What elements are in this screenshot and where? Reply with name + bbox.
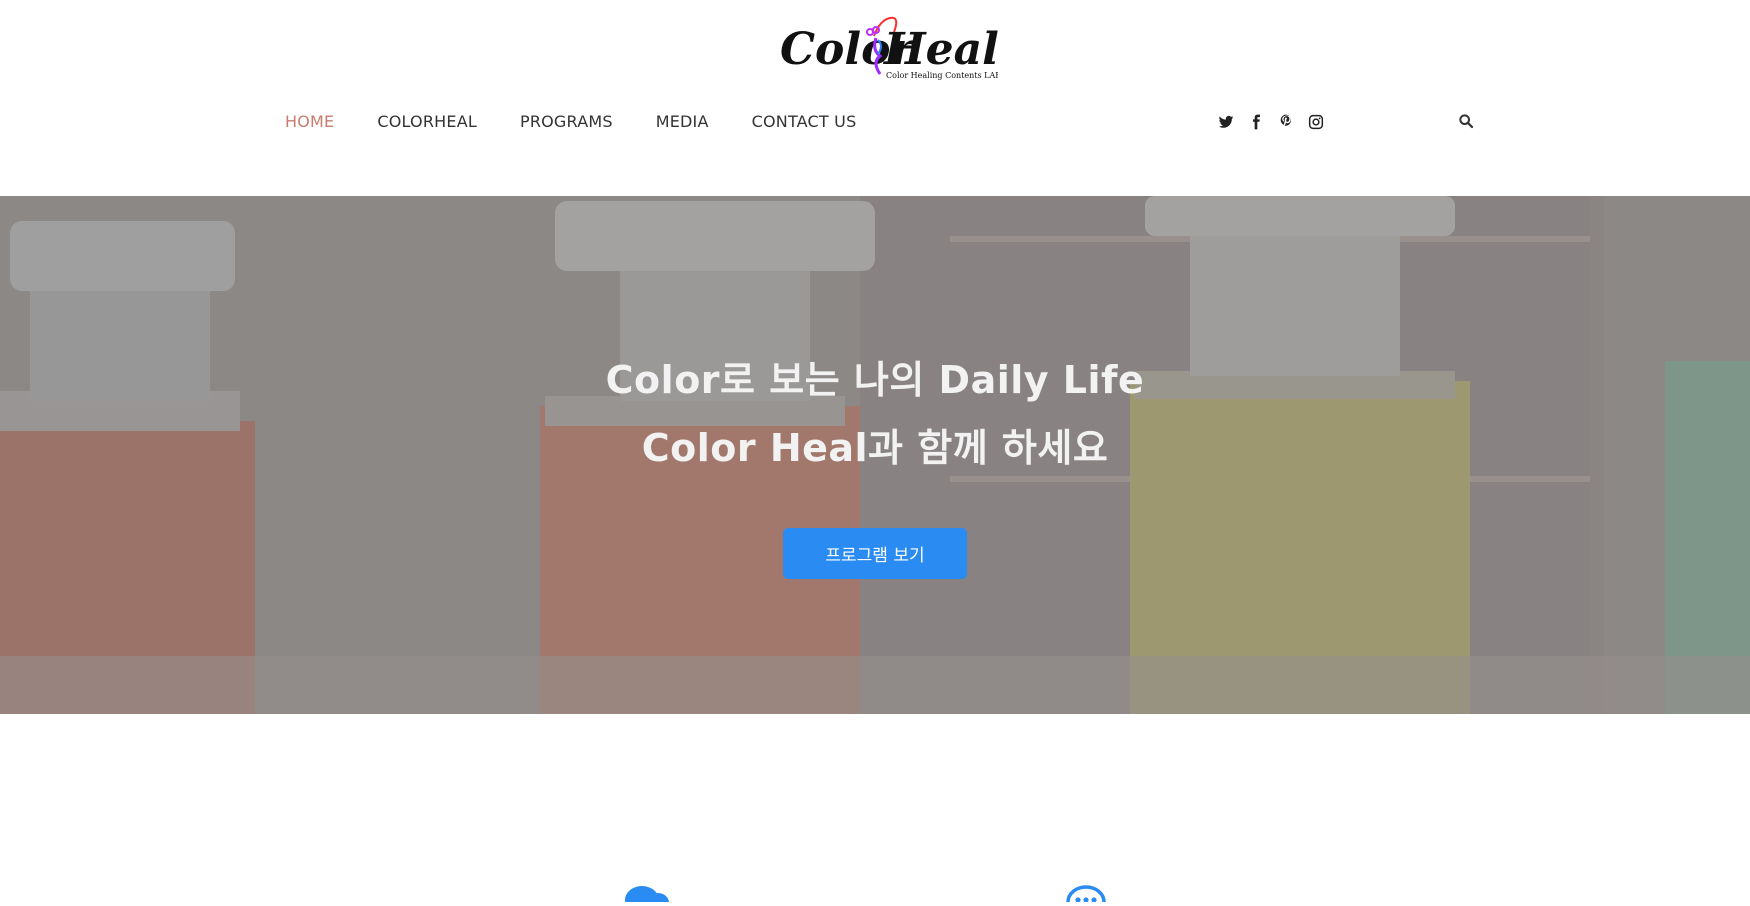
facebook-icon[interactable] [1248,114,1264,130]
social-links [1218,114,1324,130]
svg-text:Color Healing Contents LAB: Color Healing Contents LAB [886,71,998,80]
features-section [0,714,1750,906]
chat-bubbles-icon [622,878,670,906]
hero-headline: Color로 보는 나의 Daily Life Color Heal과 함께 하… [0,346,1750,482]
hero-line-2: Color Heal과 함께 하세요 [641,426,1109,470]
twitter-icon[interactable] [1218,114,1234,130]
hero-section: Color로 보는 나의 Daily Life Color Heal과 함께 하… [0,196,1750,714]
nav-contact-us[interactable]: CONTACT US [752,112,857,131]
site-logo[interactable]: Color Heal Color Healing Contents LAB [776,10,998,82]
svg-text:Heal: Heal [882,24,998,75]
pinterest-icon[interactable] [1278,114,1294,130]
hero-line-1: Color로 보는 나의 Daily Life [605,358,1145,402]
nav-media[interactable]: MEDIA [656,112,709,131]
instagram-icon[interactable] [1308,114,1324,130]
view-programs-button[interactable]: 프로그램 보기 [783,528,967,579]
comment-dots-icon [1064,878,1108,906]
search-icon[interactable] [1458,113,1474,129]
nav-colorheal[interactable]: COLORHEAL [377,112,477,131]
nav-programs[interactable]: PROGRAMS [520,112,613,131]
main-nav: HOME COLORHEAL PROGRAMS MEDIA CONTACT US [285,112,899,131]
nav-home[interactable]: HOME [285,112,334,131]
site-header: Color Heal Color Healing Contents LAB HO… [0,0,1750,196]
